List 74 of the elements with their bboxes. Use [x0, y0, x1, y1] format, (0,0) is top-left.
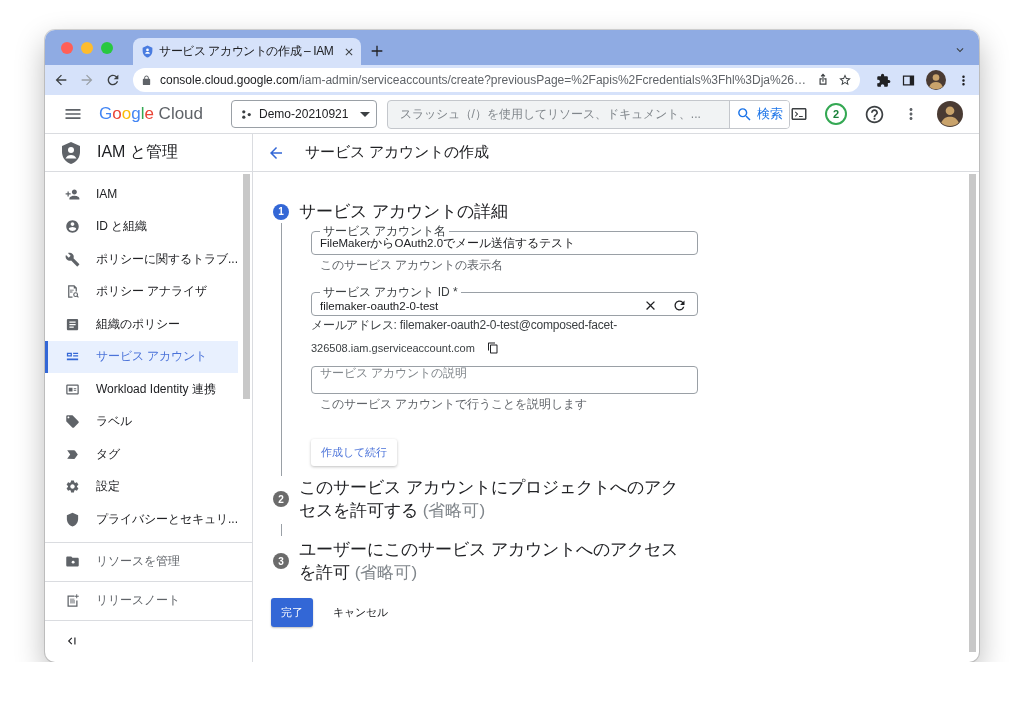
- cancel-button[interactable]: キャンセル: [333, 605, 388, 620]
- copy-icon[interactable]: [486, 342, 499, 354]
- project-icon: [240, 107, 254, 121]
- notes-icon: [65, 593, 80, 608]
- email-address: 326508.iam.gserviceaccount.com: [311, 342, 475, 354]
- plus-icon[interactable]: [369, 43, 385, 59]
- shield-icon: [141, 45, 154, 58]
- sidebar-item[interactable]: サービス アカウント: [45, 340, 238, 373]
- account-icon: [65, 219, 80, 235]
- step-title[interactable]: このサービス アカウントにプロジェクトへのアクセスを許可する (省略可): [299, 476, 694, 522]
- sidebar-item[interactable]: IAM: [45, 178, 238, 211]
- helper-text: このサービス アカウントで行うことを説明します: [319, 396, 589, 413]
- step-title: サービス アカウントの詳細: [299, 201, 509, 223]
- step-title[interactable]: ユーザーにこのサービス アカウントへのアクセスを許可 (省略可): [299, 538, 694, 584]
- create-continue-button[interactable]: 作成して続行: [311, 439, 397, 466]
- terminal-icon[interactable]: [790, 105, 808, 123]
- avatar-icon[interactable]: [926, 70, 946, 90]
- lock-icon: [141, 74, 152, 86]
- email-address: メールアドレス: filemaker-oauth2-0-test@composed-facet-: [311, 317, 618, 332]
- sidebar-title: IAM と管理: [97, 142, 178, 162]
- star-icon[interactable]: [838, 73, 852, 87]
- step-number: 3: [273, 553, 289, 569]
- field-label: サービス アカウント名: [322, 225, 448, 237]
- sidebar-item[interactable]: ID と組織: [45, 210, 238, 243]
- page-title: サービス アカウントの作成: [305, 143, 490, 162]
- input-field[interactable]: FileMakerからOAuth2.0でメール送信するテスト: [320, 237, 687, 249]
- helper-text: このサービス アカウントの表示名: [319, 257, 505, 274]
- google-cloud-logo[interactable]: Google Cloud: [99, 104, 204, 124]
- sidebar-item[interactable]: 設定: [45, 470, 238, 503]
- tab-title: サービス アカウントの作成 – IAM: [159, 43, 335, 60]
- notification-badge[interactable]: 2: [825, 103, 847, 125]
- article-icon: [65, 316, 80, 332]
- sidebar-item[interactable]: Workload Identity 連携: [45, 373, 238, 406]
- dropdown-arrow-icon: [359, 111, 370, 117]
- step-number: 2: [273, 491, 289, 507]
- search-button[interactable]: 検索: [729, 100, 789, 128]
- field-label: サービス アカウント ID *: [322, 286, 459, 298]
- shield-icon: [65, 511, 80, 527]
- avatar-icon[interactable]: [937, 101, 963, 127]
- folder-icon: [65, 554, 80, 569]
- doc-search-icon: [65, 284, 80, 300]
- step-number: 1: [273, 203, 289, 220]
- sidebar-item[interactable]: ラベル: [45, 405, 238, 438]
- text-field[interactable]: サービス アカウントの説明: [311, 366, 698, 394]
- sidebar-item[interactable]: ポリシーに関するトラブ...: [45, 243, 238, 276]
- reload-icon[interactable]: [105, 72, 121, 88]
- sidebar-item[interactable]: 組織のポリシー: [45, 308, 238, 341]
- project-selector[interactable]: Demo-20210921: [231, 100, 377, 128]
- scrollbar[interactable]: [243, 174, 250, 399]
- scrollbar[interactable]: [969, 174, 976, 652]
- refresh-icon[interactable]: [672, 298, 687, 313]
- search-input[interactable]: スラッシュ（/）を使用してリソース、ドキュメント、...: [387, 100, 729, 128]
- tag-icon: [65, 414, 80, 430]
- shield-icon: [59, 140, 83, 165]
- sidebar-item[interactable]: リソースを管理: [45, 542, 252, 582]
- wrench-icon: [65, 251, 80, 267]
- url-text: console.cloud.google.com/iam-admin/serviceaccounts/create?previousPage=%2Fapis%2Fcredentials%3Fhl%3Dja%26…: [160, 73, 807, 87]
- search-icon: [736, 105, 753, 123]
- input-field[interactable]: サービス アカウントの説明: [320, 367, 687, 379]
- gear-icon: [65, 479, 80, 495]
- puzzle-icon[interactable]: [876, 72, 891, 88]
- text-field[interactable]: サービス アカウント ID * filemaker-oauth2-0-test: [311, 286, 698, 316]
- browser-tab[interactable]: サービス アカウントの作成 – IAM: [133, 38, 361, 65]
- sidebar-item[interactable]: リリースノート: [45, 581, 252, 621]
- search-field[interactable]: スラッシュ（/）を使用してリソース、ドキュメント、... 検索: [386, 99, 790, 129]
- address-bar[interactable]: console.cloud.google.com/iam-admin/serviceaccounts/create?previousPage=%2Fapis%2Fcredentials%3Fhl%3Dja%26…: [133, 68, 860, 92]
- sidebar-item[interactable]: ポリシー アナライザ: [45, 275, 238, 308]
- text-field[interactable]: サービス アカウント名 FileMakerからOAuth2.0でメール送信するテスト: [311, 225, 698, 255]
- sidebar-item[interactable]: プライバシーとセキュリ...: [45, 503, 238, 536]
- sidebar-item[interactable]: タグ: [45, 438, 238, 471]
- done-button[interactable]: 完了: [271, 598, 313, 627]
- help-icon[interactable]: [864, 103, 885, 125]
- input-field[interactable]: filemaker-oauth2-0-test: [320, 299, 629, 312]
- back-icon[interactable]: [53, 72, 69, 88]
